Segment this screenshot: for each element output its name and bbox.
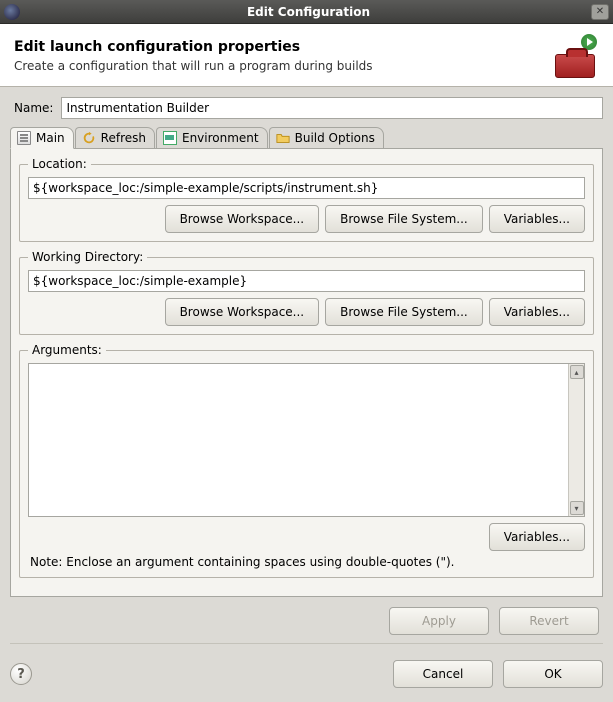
help-icon[interactable]: ? <box>10 663 32 685</box>
scroll-down-icon[interactable]: ▾ <box>570 501 584 515</box>
variables-button[interactable]: Variables... <box>489 523 585 551</box>
document-icon <box>17 131 31 145</box>
location-input[interactable] <box>28 177 585 199</box>
arguments-note: Note: Enclose an argument containing spa… <box>28 551 585 569</box>
working-directory-input[interactable] <box>28 270 585 292</box>
folder-icon <box>276 131 290 145</box>
header-subtext: Create a configuration that will run a p… <box>14 59 551 73</box>
tab-label: Refresh <box>101 131 146 145</box>
tab-label: Build Options <box>295 131 375 145</box>
browse-workspace-button[interactable]: Browse Workspace... <box>165 205 320 233</box>
eclipse-icon <box>4 4 20 20</box>
apply-button[interactable]: Apply <box>389 607 489 635</box>
name-label: Name: <box>10 101 53 115</box>
tab-refresh[interactable]: Refresh <box>75 127 155 148</box>
location-legend: Location: <box>28 157 91 171</box>
separator <box>10 643 603 644</box>
arguments-legend: Arguments: <box>28 343 106 357</box>
arguments-group: Arguments: ▴ ▾ Variables... Note: Enclos… <box>19 343 594 578</box>
browse-file-system-button[interactable]: Browse File System... <box>325 298 483 326</box>
cancel-button[interactable]: Cancel <box>393 660 493 688</box>
tab-panel-main: Location: Browse Workspace... Browse Fil… <box>10 149 603 597</box>
close-icon[interactable]: ✕ <box>591 4 609 20</box>
variables-button[interactable]: Variables... <box>489 205 585 233</box>
header-heading: Edit launch configuration properties <box>14 39 551 55</box>
revert-button[interactable]: Revert <box>499 607 599 635</box>
location-group: Location: Browse Workspace... Browse Fil… <box>19 157 594 242</box>
tab-label: Environment <box>182 131 259 145</box>
refresh-icon <box>82 131 96 145</box>
variables-button[interactable]: Variables... <box>489 298 585 326</box>
name-input[interactable] <box>61 97 603 119</box>
scrollbar[interactable]: ▴ ▾ <box>568 364 584 516</box>
arguments-textarea[interactable] <box>29 364 568 516</box>
ok-button[interactable]: OK <box>503 660 603 688</box>
titlebar: Edit Configuration ✕ <box>0 0 613 24</box>
browse-workspace-button[interactable]: Browse Workspace... <box>165 298 320 326</box>
scroll-up-icon[interactable]: ▴ <box>570 365 584 379</box>
dialog-header: Edit launch configuration properties Cre… <box>0 24 613 87</box>
tab-label: Main <box>36 131 65 145</box>
tab-main[interactable]: Main <box>10 127 74 149</box>
tab-build-options[interactable]: Build Options <box>269 127 384 148</box>
toolbox-icon <box>555 54 595 78</box>
window-title: Edit Configuration <box>26 5 591 19</box>
browse-file-system-button[interactable]: Browse File System... <box>325 205 483 233</box>
header-icon <box>551 34 599 78</box>
working-directory-legend: Working Directory: <box>28 250 147 264</box>
working-directory-group: Working Directory: Browse Workspace... B… <box>19 250 594 335</box>
tab-environment[interactable]: Environment <box>156 127 268 148</box>
environment-icon <box>163 131 177 145</box>
tab-strip: Main Refresh Environment Build Options <box>10 125 603 149</box>
